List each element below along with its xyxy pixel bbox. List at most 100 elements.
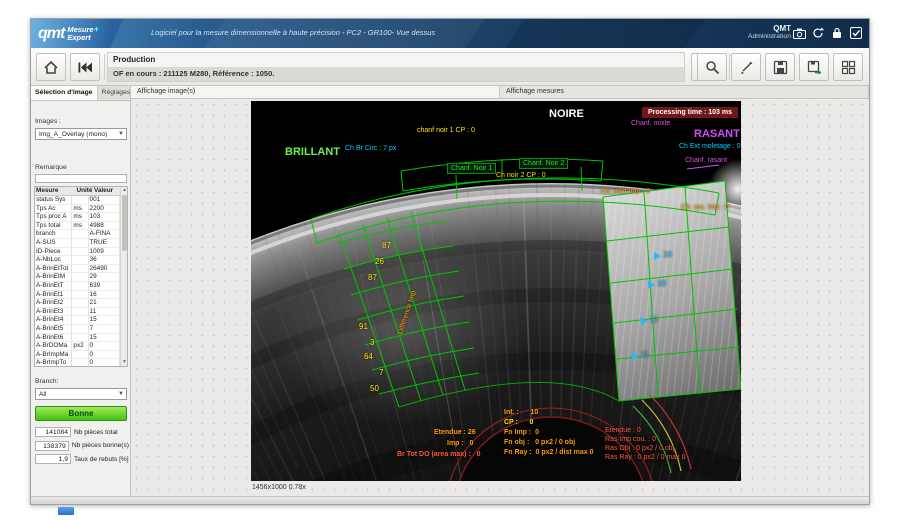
inspection-image-canvas[interactable]: BRILLANTNOIRERASANTchanf noir 1 CP : 0Ch… (251, 101, 741, 481)
measure-table-cell: A-BrinEtT (35, 282, 72, 290)
tab-affichage-mesures[interactable]: Affichage mesures (500, 86, 869, 98)
home-button[interactable] (36, 53, 66, 81)
measure-table-row[interactable]: ID-Piece1009 (35, 248, 120, 257)
measure-table-cell (72, 308, 88, 316)
app-window: qmt Mesure+ Expert Logiciel pour la mesu… (30, 18, 870, 505)
sync-button[interactable] (811, 26, 825, 40)
measure-table-cell: 1009 (89, 248, 120, 256)
measure-table-cell (72, 291, 88, 299)
taskbar-item[interactable] (58, 507, 74, 515)
measure-table-row[interactable]: Tps totalms4988 (35, 222, 120, 231)
status-bonne-button[interactable]: Bonne (35, 406, 127, 421)
measure-table-row[interactable]: A-BrinEt57 (35, 325, 120, 334)
tab-reglages[interactable]: Réglages (98, 86, 136, 100)
measure-table-row[interactable]: A-BrinEtM 29 (35, 273, 120, 282)
measure-table-row[interactable]: A-BrinEtT 639 (35, 282, 120, 291)
camera-button[interactable] (792, 26, 806, 40)
measure-table-cell: 29 (89, 273, 120, 281)
measure-table-row[interactable]: status Sys001 (35, 196, 120, 205)
rasant-wedge (603, 181, 741, 401)
measure-table-cell: 36 (89, 256, 120, 264)
measure-table-row[interactable]: A-BrinEt615 (35, 334, 120, 343)
measure-table-cell: A-BrImpMa (35, 351, 72, 359)
lock-button[interactable] (830, 26, 844, 40)
measure-table-row[interactable]: A-BrinEt415 (35, 316, 120, 325)
measure-table-row[interactable]: Tps Acms2200 (35, 205, 120, 214)
measure-table-cell: 15 (89, 334, 120, 342)
measure-table-row[interactable]: A-BrinEt1 16 (35, 291, 120, 300)
remark-field[interactable] (35, 174, 127, 183)
measure-table-cell: 0 (89, 342, 120, 350)
chevron-down-icon: ▼ (118, 391, 124, 397)
scrollbar-thumb[interactable] (122, 195, 127, 251)
measure-table-row[interactable]: A-BrinEt2 21 (35, 299, 120, 308)
app-statusbar (31, 496, 869, 504)
measure-table-cell: 639 (89, 282, 120, 290)
measure-table-cell: A-BrinEt3 (35, 308, 72, 316)
fit-view-button[interactable] (731, 53, 761, 81)
stat-label: Nb pièces bonne(s) (72, 442, 129, 449)
tab-selection-image[interactable]: Sélection d'image (31, 86, 98, 100)
branch-select-value: All (39, 391, 46, 398)
measure-table-cell: 15 (89, 316, 120, 324)
user-info: QMT Administration (748, 24, 791, 40)
measure-table-cell: ms (72, 213, 88, 221)
zoom-search-button[interactable] (697, 53, 727, 81)
stat-row: 1,9Taux de rebuts [%] (35, 454, 129, 464)
main-panel: Affichage image(s) Affichage mesures (131, 86, 869, 496)
window-title: Logiciel pour la mesure dimensionnelle à… (151, 28, 435, 37)
branch-select[interactable]: All ▼ (35, 388, 127, 400)
measure-table-cell: 21 (89, 299, 120, 307)
home-icon (43, 60, 59, 75)
scroll-up-icon[interactable]: ▲ (121, 187, 128, 194)
measure-table-row[interactable]: A-BrImpTo0 (35, 359, 120, 367)
title-bar: qmt Mesure+ Expert Logiciel pour la mesu… (31, 19, 869, 48)
skip-start-button[interactable] (70, 53, 100, 81)
production-of-line: OF en cours : 211125 M280, Référence : 1… (108, 67, 684, 81)
measure-table-cell (72, 248, 88, 256)
measure-table-row[interactable]: A-BrImpMa 0 (35, 351, 120, 360)
measure-table-cell: A-BrinEt1 (35, 291, 72, 299)
measure-table-row[interactable]: A-SUS TRUE (35, 239, 120, 248)
measure-table-header: Mesure Unité Valeur (35, 187, 127, 196)
logo-product-bottom: Expert (67, 33, 90, 42)
measure-table-cell: A-BrinEt5 (35, 325, 72, 333)
measure-table-cell: A-SUS (35, 239, 72, 247)
measure-table-body: status Sys001Tps Acms2200Tps proc Ams103… (35, 196, 120, 367)
layout-grid-button[interactable] (833, 53, 863, 81)
save-image-button[interactable] (765, 53, 795, 81)
toolbar-separator (104, 54, 105, 80)
save-export-button[interactable] (799, 53, 829, 81)
header-icon-group (792, 26, 863, 40)
scroll-down-icon[interactable]: ▼ (121, 359, 128, 366)
measure-table-cell: 11 (89, 308, 120, 316)
measure-table-row[interactable]: A-NbLoc36 (35, 256, 120, 265)
measure-table-cell: A-BrDOMa (35, 342, 72, 350)
measure-table-cell: ms (72, 205, 88, 213)
toolbar-right-group (697, 53, 863, 81)
measure-table-cell: 16 (89, 291, 120, 299)
measure-table-cell: TRUE (89, 239, 120, 247)
chevron-down-icon: ▼ (118, 131, 124, 137)
check-icon (850, 27, 862, 39)
measure-table-row[interactable]: branchA-FINA (35, 230, 120, 239)
tab-affichage-images[interactable]: Affichage image(s) (131, 86, 500, 98)
measure-table-row[interactable]: A-BrDOMapx20 (35, 342, 120, 351)
branch-label: Branch: (35, 378, 58, 385)
stat-label: Taux de rebuts [%] (74, 456, 129, 463)
measure-table-cell: A-BrinEtTot (35, 265, 72, 273)
stat-row: 138379Nb pièces bonne(s) (35, 441, 129, 451)
measure-table-cell: 0 (89, 351, 120, 359)
sidebar-tab-strip: Sélection d'image Réglages (31, 86, 130, 101)
measure-table-row[interactable]: A-BrinEt3 11 (35, 308, 120, 317)
measure-table-cell: A-BrinEt2 (35, 299, 72, 307)
table-scrollbar[interactable]: ▲ ▼ (120, 187, 127, 366)
measure-table-cell: Tps proc A (35, 213, 72, 221)
measure-table-cell: A-BrinEtM (35, 273, 72, 281)
check-button[interactable] (849, 26, 863, 40)
measure-table-row[interactable]: A-BrinEtTot26490 (35, 265, 120, 274)
measure-table-cell: branch (35, 230, 72, 238)
measure-table-row[interactable]: Tps proc Ams103 (35, 213, 120, 222)
images-select[interactable]: Img_A_Overlay (mono) ▼ (35, 128, 127, 140)
measure-table-cell (72, 316, 88, 324)
